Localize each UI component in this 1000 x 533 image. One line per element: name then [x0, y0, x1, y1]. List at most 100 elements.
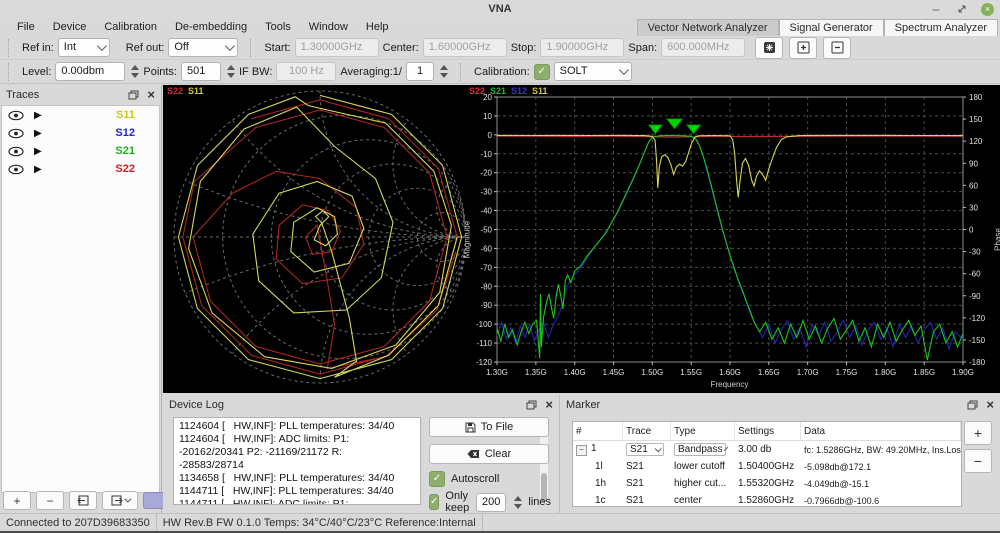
- log-clear-button[interactable]: Clear: [429, 444, 549, 464]
- traces-list: ▶ S11 ▶ S12 ▶ S21 ▶ S22: [1, 105, 160, 493]
- stop-label: Stop:: [510, 41, 537, 54]
- visibility-eye-icon[interactable]: [8, 128, 34, 139]
- marker-type-cell: lower cutoff: [674, 461, 725, 472]
- app-tab-bar: Vector Network Analyzer Signal Generator S…: [636, 19, 998, 36]
- menu-item-calibration[interactable]: Calibration: [95, 19, 166, 35]
- float-panel-icon[interactable]: [526, 400, 537, 410]
- marker-num-cell: 1h: [595, 478, 607, 489]
- level-field[interactable]: 0.00dbm: [55, 62, 126, 81]
- points-spinner[interactable]: [227, 65, 235, 78]
- magnitude-axis-label: Magnitude: [462, 220, 472, 259]
- points-label: Points:: [143, 65, 177, 78]
- float-panel-icon[interactable]: [128, 90, 139, 100]
- keep-lines-spinner[interactable]: [514, 495, 523, 509]
- calibration-select[interactable]: SOLT: [553, 62, 632, 81]
- log-line: 1144711 [ HW,INF]: ADC limits: P1: -2028…: [179, 498, 349, 505]
- menu-item-tools[interactable]: Tools: [256, 19, 300, 35]
- close-panel-icon[interactable]: ×: [545, 397, 553, 412]
- close-button[interactable]: ×: [981, 2, 994, 16]
- autoscroll-row: ✓ Autoscroll: [429, 471, 551, 487]
- traces-panel-header: Traces ×: [0, 85, 161, 104]
- play-icon[interactable]: ▶: [34, 146, 92, 157]
- menu-item-device[interactable]: Device: [44, 19, 96, 35]
- ifbw-field[interactable]: 100 Hz: [276, 62, 337, 81]
- smith-chart-legend: S22 S11: [167, 86, 204, 96]
- trace-name-label: S12: [115, 127, 135, 139]
- remove-marker-button[interactable]: −: [964, 449, 992, 473]
- window-controls: – ×: [929, 2, 994, 16]
- marker-trace-cell: S21: [626, 461, 644, 472]
- marker-type-select[interactable]: Bandpass: [674, 443, 729, 456]
- export-traces-button[interactable]: [102, 491, 138, 510]
- averaging-field[interactable]: 1: [406, 62, 434, 81]
- play-icon[interactable]: ▶: [34, 110, 92, 121]
- minimize-button[interactable]: –: [929, 2, 943, 16]
- remove-trace-button[interactable]: −: [36, 491, 64, 510]
- svg-text:1.85G: 1.85G: [913, 368, 935, 377]
- magnitude-phase-chart[interactable]: 20 10 0 -10 -20 -30 -40 -50 -60 -70 -80 -90 -100 -110…: [462, 85, 1000, 393]
- only-keep-checkbox[interactable]: ✓: [429, 494, 440, 510]
- center-field[interactable]: 1.60000GHz: [422, 38, 507, 57]
- add-trace-button[interactable]: +: [3, 491, 31, 510]
- close-panel-icon[interactable]: ×: [147, 87, 155, 102]
- marker-settings-cell: 1.52860GHz: [738, 495, 795, 506]
- marker-column-settings: Settings: [735, 422, 801, 440]
- log-to-file-button[interactable]: To File: [429, 417, 549, 437]
- marker-trace-select[interactable]: S21: [626, 443, 664, 456]
- svg-text:1.45G: 1.45G: [603, 368, 625, 377]
- zoom-fit-button[interactable]: [755, 36, 784, 59]
- visibility-eye-icon[interactable]: [8, 110, 34, 121]
- stop-field[interactable]: 1.90000GHz: [540, 38, 625, 57]
- close-panel-icon[interactable]: ×: [986, 397, 994, 412]
- calibration-checkbox[interactable]: ✓: [533, 63, 550, 80]
- marker-row-1[interactable]: −1 S21 Bandpass 3.00 db fc: 1.5286GHz, BW: 4…: [573, 441, 961, 458]
- svg-text:1.90G: 1.90G: [952, 368, 974, 377]
- marker-trace-cell: S21: [626, 478, 644, 489]
- start-field[interactable]: 1.30000GHz: [294, 38, 379, 57]
- menu-item-file[interactable]: File: [8, 19, 44, 35]
- zoom-out-button[interactable]: [823, 36, 852, 59]
- ref-in-select[interactable]: Int: [57, 38, 110, 57]
- svg-text:-10: -10: [480, 150, 492, 159]
- tab-spectrum-analyzer[interactable]: Spectrum Analyzer: [883, 19, 998, 36]
- title-bar: VNA – ×: [0, 0, 1000, 18]
- marker-row-1l[interactable]: 1l S21 lower cutoff 1.50400GHz -5.098db@172.…: [573, 458, 961, 475]
- traces-buttons: + −: [3, 491, 167, 510]
- play-icon[interactable]: ▶: [34, 164, 92, 175]
- averaging-spinner[interactable]: [440, 65, 448, 78]
- visibility-eye-icon[interactable]: [8, 146, 34, 157]
- trace-row-s12: ▶ S12: [2, 124, 159, 142]
- device-log-text[interactable]: 1124604 [ HW,INF]: PLL temperatures: 34/…: [173, 417, 421, 505]
- marker-column-trace: Trace: [623, 422, 671, 440]
- autoscroll-checkbox[interactable]: ✓: [429, 471, 445, 487]
- add-marker-button[interactable]: +: [964, 421, 992, 445]
- float-panel-icon[interactable]: [967, 400, 978, 410]
- visibility-eye-icon[interactable]: [8, 164, 34, 175]
- collapse-icon[interactable]: −: [576, 445, 587, 456]
- keep-lines-field[interactable]: 200: [476, 492, 507, 512]
- tab-signal-generator[interactable]: Signal Generator: [778, 19, 884, 36]
- restore-button[interactable]: [955, 2, 969, 16]
- play-icon[interactable]: ▶: [34, 128, 92, 139]
- clear-icon: [467, 450, 479, 458]
- menu-item-de-embedding[interactable]: De-embedding: [166, 19, 256, 35]
- zoom-in-button[interactable]: [789, 36, 818, 59]
- svg-text:1.80G: 1.80G: [874, 368, 896, 377]
- span-field[interactable]: 600.000MHz: [661, 38, 746, 57]
- svg-text:1.75G: 1.75G: [836, 368, 858, 377]
- level-spinner[interactable]: [131, 65, 140, 78]
- menu-item-help[interactable]: Help: [357, 19, 398, 35]
- marker-num-cell: 1c: [595, 495, 606, 506]
- tab-vector-network-analyzer[interactable]: Vector Network Analyzer: [636, 19, 779, 36]
- ref-out-label: Ref out:: [125, 41, 165, 54]
- ref-out-select[interactable]: Off: [168, 38, 239, 57]
- marker-row-1h[interactable]: 1h S21 higher cut... 1.55320GHz -4.049db@-15…: [573, 475, 961, 492]
- chevron-down-icon: [124, 495, 132, 503]
- import-traces-button[interactable]: [69, 491, 97, 510]
- smith-chart[interactable]: S22 S11: [163, 85, 465, 393]
- chevron-down-icon: [724, 446, 729, 451]
- marker-row-1c[interactable]: 1c S21 center 1.52860GHz -0.7966db@-100.6: [573, 492, 961, 506]
- menu-item-window[interactable]: Window: [300, 19, 357, 35]
- points-field[interactable]: 501: [181, 62, 221, 81]
- legend-s22: S22: [469, 86, 486, 96]
